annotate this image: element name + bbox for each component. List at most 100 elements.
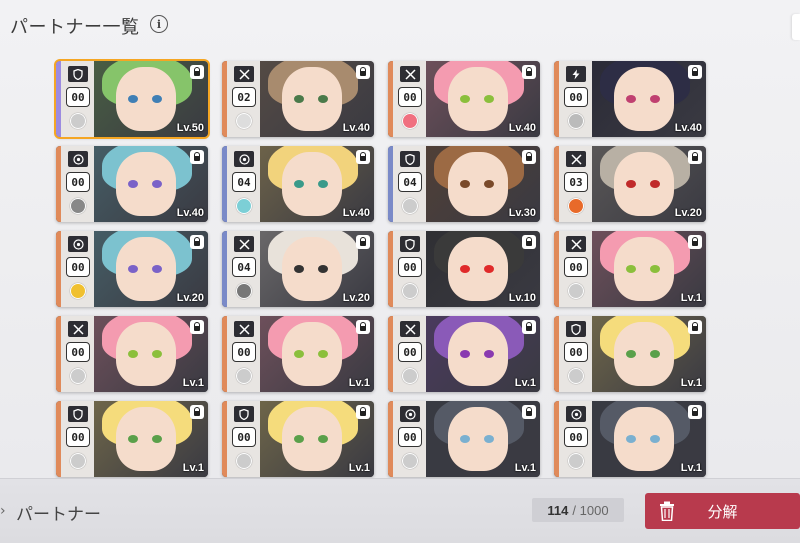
lock-icon[interactable] xyxy=(522,65,536,79)
level-label: Lv.40 xyxy=(508,122,536,134)
avatar xyxy=(236,198,252,214)
lock-icon[interactable] xyxy=(688,150,702,164)
shield-icon xyxy=(400,151,420,167)
crossed-swords-icon xyxy=(566,151,586,167)
side-tab-handle[interactable] xyxy=(792,14,800,40)
duplicate-count: 00 xyxy=(398,427,422,447)
lock-icon[interactable] xyxy=(356,65,370,79)
avatar xyxy=(70,453,86,469)
decompose-label: 分解 xyxy=(707,502,738,521)
duplicate-count: 04 xyxy=(398,172,422,192)
duplicate-count: 00 xyxy=(232,342,256,362)
partner-card[interactable]: 03 Lv.20 xyxy=(554,146,706,222)
partner-card[interactable]: 00 Lv.10 xyxy=(388,231,540,307)
partner-card[interactable]: 00 Lv.1 xyxy=(56,316,208,392)
target-icon xyxy=(400,406,420,422)
count-current: 114 xyxy=(547,502,569,518)
lock-icon[interactable] xyxy=(356,150,370,164)
partner-card[interactable]: 00 Lv.1 xyxy=(388,401,540,477)
footer-label[interactable]: パートナー xyxy=(16,500,101,525)
lock-icon[interactable] xyxy=(688,235,702,249)
duplicate-count: 02 xyxy=(232,87,256,107)
partner-card[interactable]: 00 Lv.1 xyxy=(388,316,540,392)
lock-icon[interactable] xyxy=(356,320,370,334)
partner-card[interactable]: 04 Lv.40 xyxy=(222,146,374,222)
lock-icon[interactable] xyxy=(522,150,536,164)
level-label: Lv.1 xyxy=(182,462,204,474)
lock-icon[interactable] xyxy=(356,405,370,419)
lock-icon[interactable] xyxy=(190,405,204,419)
lock-icon[interactable] xyxy=(688,65,702,79)
avatar xyxy=(568,113,584,129)
page-title: パートナー一覧 xyxy=(10,17,140,38)
partner-card[interactable]: 00 Lv.1 xyxy=(554,316,706,392)
partner-card[interactable]: 00 Lv.40 xyxy=(56,146,208,222)
level-label: Lv.50 xyxy=(176,122,204,134)
partner-card[interactable]: 00 Lv.1 xyxy=(554,231,706,307)
level-label: Lv.20 xyxy=(342,292,370,304)
level-label: Lv.40 xyxy=(342,122,370,134)
shield-icon xyxy=(68,66,88,82)
duplicate-count: 04 xyxy=(232,257,256,277)
duplicate-count: 00 xyxy=(66,342,90,362)
partner-card[interactable]: 04 Lv.30 xyxy=(388,146,540,222)
avatar xyxy=(70,198,86,214)
avatar xyxy=(402,368,418,384)
chevron-right-icon[interactable]: › xyxy=(0,503,6,519)
level-label: Lv.1 xyxy=(680,292,702,304)
target-icon xyxy=(68,236,88,252)
lock-icon[interactable] xyxy=(522,320,536,334)
info-icon[interactable]: i xyxy=(150,15,168,33)
shield-icon xyxy=(68,406,88,422)
partner-card[interactable]: 00 Lv.1 xyxy=(222,316,374,392)
partner-card[interactable]: 00 Lv.1 xyxy=(56,401,208,477)
partner-card[interactable]: 00 Lv.40 xyxy=(554,61,706,137)
duplicate-count: 04 xyxy=(232,172,256,192)
avatar xyxy=(402,198,418,214)
shield-icon xyxy=(234,406,254,422)
partner-card[interactable]: 04 Lv.20 xyxy=(222,231,374,307)
level-label: Lv.1 xyxy=(514,462,536,474)
duplicate-count: 00 xyxy=(232,427,256,447)
partner-card[interactable]: 00 Lv.50 xyxy=(54,59,210,139)
lock-icon[interactable] xyxy=(688,320,702,334)
lock-icon[interactable] xyxy=(522,235,536,249)
decompose-button[interactable]: 分解 xyxy=(645,493,800,529)
target-icon xyxy=(234,151,254,167)
avatar xyxy=(236,283,252,299)
level-label: Lv.20 xyxy=(176,292,204,304)
duplicate-count: 00 xyxy=(398,257,422,277)
lock-icon[interactable] xyxy=(190,320,204,334)
partner-card[interactable]: 00 Lv.40 xyxy=(388,61,540,137)
partner-count: 114 / 1000 xyxy=(532,498,624,522)
lock-icon[interactable] xyxy=(356,235,370,249)
header: パートナー一覧 i xyxy=(0,0,800,48)
partner-card[interactable]: 02 Lv.40 xyxy=(222,61,374,137)
level-label: Lv.1 xyxy=(182,377,204,389)
level-label: Lv.40 xyxy=(342,207,370,219)
partner-card[interactable]: 00 Lv.1 xyxy=(222,401,374,477)
trash-icon xyxy=(660,501,674,521)
avatar xyxy=(236,453,252,469)
crossed-swords-icon xyxy=(234,66,254,82)
lock-icon[interactable] xyxy=(688,405,702,419)
duplicate-count: 00 xyxy=(66,427,90,447)
count-max: / 1000 xyxy=(572,502,609,518)
target-icon xyxy=(566,406,586,422)
duplicate-count: 00 xyxy=(398,87,422,107)
crossed-swords-icon xyxy=(68,321,88,337)
lock-icon[interactable] xyxy=(190,235,204,249)
lock-icon[interactable] xyxy=(190,150,204,164)
partner-grid: 00 Lv.50 02 Lv.40 00 Lv.40 00 Lv.40 00 L… xyxy=(54,59,706,477)
lock-icon[interactable] xyxy=(522,405,536,419)
duplicate-count: 00 xyxy=(66,172,90,192)
avatar xyxy=(568,283,584,299)
avatar xyxy=(236,368,252,384)
level-label: Lv.1 xyxy=(680,462,702,474)
partner-card[interactable]: 00 Lv.1 xyxy=(554,401,706,477)
avatar xyxy=(70,113,86,129)
lock-icon[interactable] xyxy=(190,65,204,79)
avatar xyxy=(568,453,584,469)
avatar xyxy=(402,283,418,299)
partner-card[interactable]: 00 Lv.20 xyxy=(56,231,208,307)
